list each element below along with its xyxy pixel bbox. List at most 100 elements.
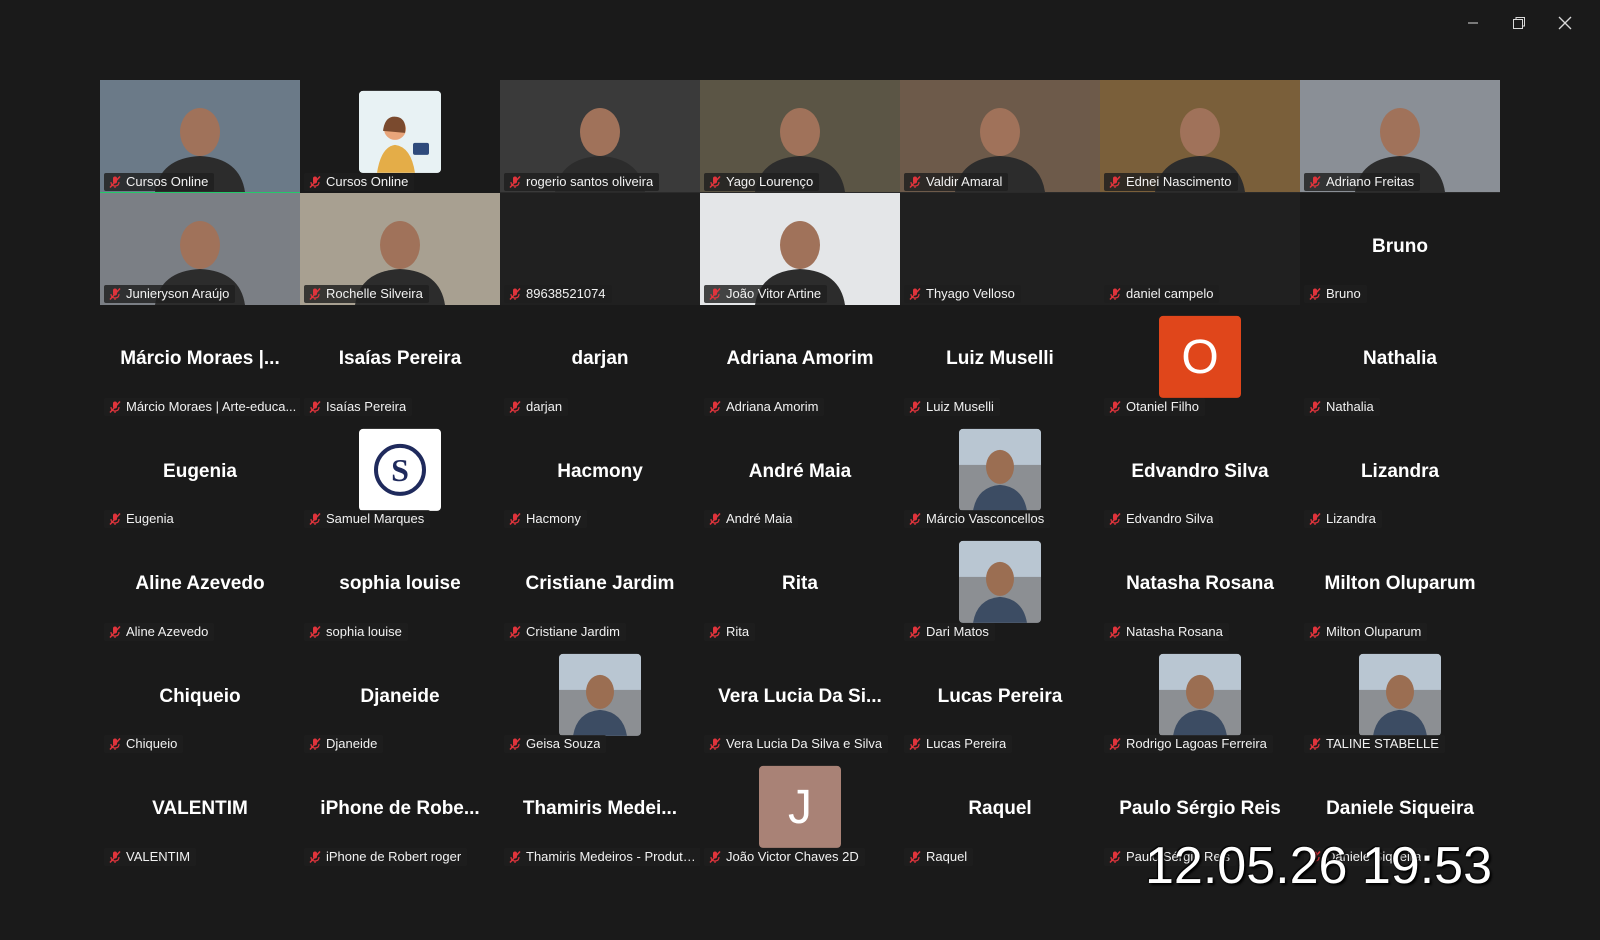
- participant-avatar: [1159, 653, 1241, 736]
- participant-tile[interactable]: Rita Rita: [700, 530, 900, 643]
- participant-name: Márcio Vasconcellos: [926, 511, 1045, 526]
- participant-tile[interactable]: Raquel Raquel: [900, 755, 1100, 868]
- participant-tile[interactable]: Eugenia Eugenia: [100, 417, 300, 530]
- muted-mic-icon: [908, 737, 922, 751]
- participant-tile[interactable]: Bruno Bruno: [1300, 192, 1500, 305]
- participant-display-name: Márcio Moraes |...: [120, 348, 280, 370]
- participant-tile[interactable]: VALENTIM VALENTIM: [100, 755, 300, 868]
- participant-tile[interactable]: TALINE STABELLE: [1300, 642, 1500, 755]
- participant-tile[interactable]: Edvandro Silva Edvandro Silva: [1100, 417, 1300, 530]
- muted-mic-icon: [908, 175, 922, 189]
- participant-name: Chiqueio: [126, 736, 178, 751]
- participant-tile[interactable]: iPhone de Robe... iPhone de Robert roger: [300, 755, 500, 868]
- participant-tile[interactable]: Thyago Velloso: [900, 192, 1100, 305]
- muted-mic-icon: [308, 625, 322, 639]
- restore-button[interactable]: [1496, 10, 1542, 36]
- participant-display-name: iPhone de Robe...: [320, 798, 480, 820]
- participant-name-label: Márcio Vasconcellos: [904, 510, 1051, 528]
- participant-tile[interactable]: Márcio Vasconcellos: [900, 417, 1100, 530]
- participant-display-name: darjan: [571, 348, 629, 370]
- participant-display-name: Thamiris Medei...: [522, 798, 678, 820]
- participant-tile[interactable]: Cursos Online: [100, 80, 300, 193]
- muted-mic-icon: [1108, 625, 1122, 639]
- muted-mic-icon: [1308, 287, 1322, 301]
- participant-tile[interactable]: Adriana Amorim Adriana Amorim: [700, 305, 900, 418]
- participant-name-label: Vera Lucia Da Silva e Silva: [704, 735, 889, 753]
- participant-tile[interactable]: João Vitor Artine: [700, 192, 900, 305]
- participant-tile[interactable]: Rodrigo Lagoas Ferreira: [1100, 642, 1300, 755]
- participant-tile[interactable]: Chiqueio Chiqueio: [100, 642, 300, 755]
- participant-name: Aline Azevedo: [126, 623, 209, 639]
- participant-tile[interactable]: Cristiane Jardim Cristiane Jardim: [500, 530, 700, 643]
- muted-mic-icon: [108, 737, 122, 751]
- participant-tile[interactable]: Nathalia Nathalia: [1300, 305, 1500, 418]
- close-button[interactable]: [1542, 10, 1588, 36]
- participant-name: daniel campelo: [1126, 286, 1214, 301]
- participant-tile[interactable]: Junieryson Araújo: [100, 192, 300, 305]
- participant-name-label: Cristiane Jardim: [504, 622, 626, 641]
- participant-display-name: Natasha Rosana: [1126, 573, 1274, 595]
- muted-mic-icon: [908, 625, 922, 639]
- participant-tile[interactable]: Aline Azevedo Aline Azevedo: [100, 530, 300, 643]
- participant-name-label: Nathalia: [1304, 397, 1380, 416]
- muted-mic-icon: [308, 400, 322, 414]
- participant-tile[interactable]: O Otaniel Filho: [1100, 305, 1300, 418]
- participant-tile[interactable]: Rochelle Silveira: [300, 192, 500, 305]
- participant-display-name: Cristiane Jardim: [525, 573, 675, 595]
- participant-tile[interactable]: Geisa Souza: [500, 642, 700, 755]
- minimize-button[interactable]: [1450, 10, 1496, 36]
- participant-tile[interactable]: J João Victor Chaves 2D: [700, 755, 900, 868]
- participant-avatar: [359, 91, 441, 174]
- participant-tile[interactable]: Dari Matos: [900, 530, 1100, 643]
- participant-name: Lizandra: [1326, 511, 1376, 526]
- participant-avatar: O: [1159, 316, 1241, 399]
- participant-name-label: Eugenia: [104, 510, 180, 528]
- muted-mic-icon: [1308, 175, 1322, 189]
- participant-display-name: Bruno: [1372, 235, 1428, 257]
- participant-tile[interactable]: Hacmony Hacmony: [500, 417, 700, 530]
- participant-name: Ednei Nascimento: [1126, 173, 1232, 189]
- participant-tile[interactable]: Luiz Muselli Luiz Muselli: [900, 305, 1100, 418]
- participant-tile[interactable]: Vera Lucia Da Si... Vera Lucia Da Silva e…: [700, 642, 900, 755]
- participant-tile[interactable]: André Maia André Maia: [700, 417, 900, 530]
- participant-tile[interactable]: Márcio Moraes |... Márcio Moraes | Arte-e…: [100, 305, 300, 418]
- participant-tile[interactable]: Ednei Nascimento: [1100, 80, 1300, 193]
- participant-tile[interactable]: Cursos Online: [300, 80, 500, 193]
- participant-name: Edvandro Silva: [1126, 511, 1214, 526]
- participant-tile[interactable]: Valdir Amaral: [900, 80, 1100, 193]
- participant-tile[interactable]: Thamiris Medei... Thamiris Medeiros - Pro…: [500, 755, 700, 868]
- participant-tile[interactable]: Milton Oluparum Milton Oluparum: [1300, 530, 1500, 643]
- participant-tile[interactable]: sophia louise sophia louise: [300, 530, 500, 643]
- participant-tile[interactable]: S Samuel Marques: [300, 417, 500, 530]
- participant-tile[interactable]: 89638521074: [500, 192, 700, 305]
- participant-name: TALINE STABELLE: [1326, 736, 1439, 751]
- participant-name: darjan: [526, 398, 563, 414]
- participant-name-label: Yago Lourenço: [704, 172, 820, 191]
- participant-display-name: Aline Azevedo: [135, 573, 265, 595]
- participant-tile[interactable]: daniel campelo: [1100, 192, 1300, 305]
- participant-name-label: VALENTIM: [104, 847, 197, 866]
- participant-display-name: Nathalia: [1363, 348, 1437, 370]
- muted-mic-icon: [1308, 625, 1322, 639]
- participant-tile[interactable]: Natasha Rosana Natasha Rosana: [1100, 530, 1300, 643]
- participant-display-name: Hacmony: [557, 460, 643, 482]
- muted-mic-icon: [1108, 287, 1122, 301]
- muted-mic-icon: [508, 512, 522, 526]
- participant-tile[interactable]: Lucas Pereira Lucas Pereira: [900, 642, 1100, 755]
- participant-tile[interactable]: Adriano Freitas: [1300, 80, 1500, 193]
- participant-name: Milton Oluparum: [1326, 623, 1422, 639]
- participant-tile[interactable]: rogerio santos oliveira: [500, 80, 700, 193]
- participant-name: Cristiane Jardim: [526, 623, 620, 639]
- participant-tile[interactable]: Isaías Pereira Isaías Pereira: [300, 305, 500, 418]
- participant-name-label: Junieryson Araújo: [104, 285, 236, 303]
- participant-tile[interactable]: Djaneide Djaneide: [300, 642, 500, 755]
- participant-tile[interactable]: Yago Lourenço: [700, 80, 900, 193]
- muted-mic-icon: [708, 175, 722, 189]
- participant-name: sophia louise: [326, 623, 402, 639]
- participant-tile[interactable]: darjan darjan: [500, 305, 700, 418]
- participant-avatar: [959, 428, 1041, 511]
- participant-display-name: Raquel: [968, 798, 1032, 820]
- muted-mic-icon: [908, 400, 922, 414]
- participant-avatar: [559, 653, 641, 736]
- participant-tile[interactable]: Lizandra Lizandra: [1300, 417, 1500, 530]
